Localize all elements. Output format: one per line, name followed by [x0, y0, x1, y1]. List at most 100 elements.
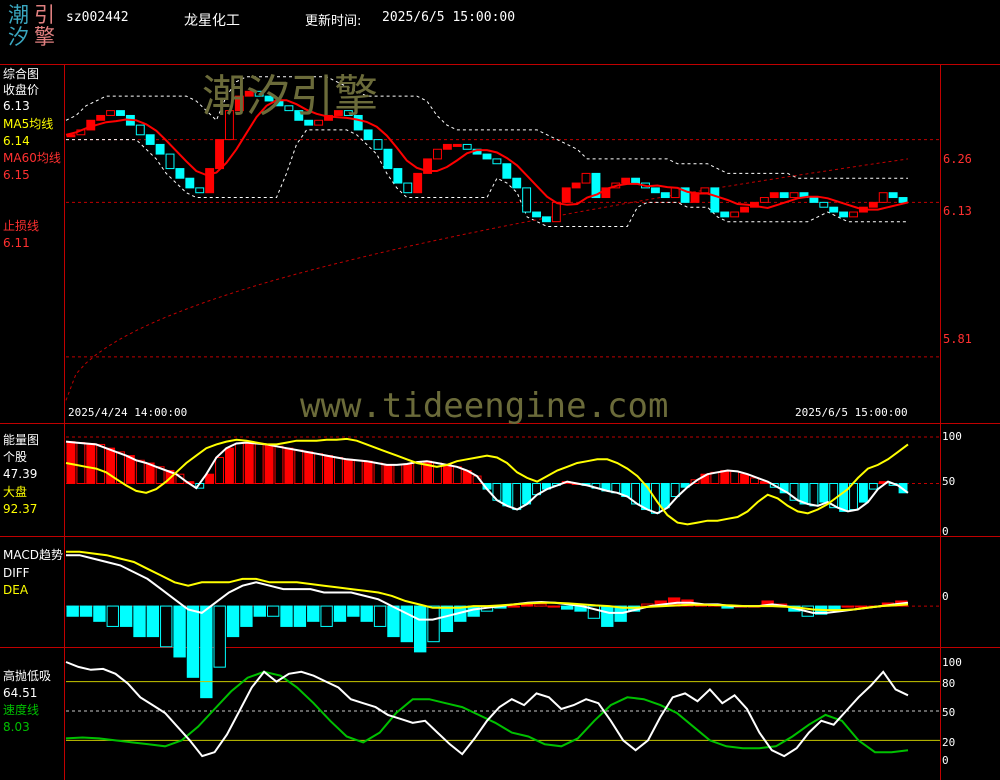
ma5-value: 6.14: [3, 134, 30, 148]
energy-bar: [809, 483, 819, 507]
macd-bar: [307, 605, 320, 622]
energy-bar: [868, 483, 878, 490]
watermark-url: www.tideengine.com: [300, 386, 669, 426]
candle: [829, 206, 839, 213]
dea-label: DEA: [3, 583, 29, 597]
dea-line: [66, 550, 909, 612]
macd-bar: [347, 605, 360, 617]
candle: [155, 143, 165, 155]
osc-tick-50: 50: [942, 706, 956, 719]
macd-title: MACD趋势: [3, 548, 63, 562]
candle: [512, 177, 522, 189]
candle: [403, 182, 413, 194]
macd-bar: [427, 605, 440, 643]
candle: [96, 114, 106, 121]
stop-label: 止损线: [3, 219, 40, 233]
energy-bar: [670, 483, 680, 498]
energy-bar: [205, 473, 215, 485]
market-energy-value: 92.37: [3, 502, 38, 516]
candle: [502, 163, 512, 179]
osc-tick-0: 0: [942, 754, 949, 767]
energy-bar: [314, 453, 324, 484]
energy-title: 能量图: [3, 433, 40, 447]
date-end: 2025/6/5 15:00:00: [795, 406, 908, 419]
macd-bar: [173, 605, 186, 658]
candle: [532, 211, 541, 218]
candle: [631, 177, 641, 184]
candle: [571, 182, 581, 189]
energy-bar: [343, 458, 353, 485]
energy-bar: [304, 451, 314, 485]
candle: [779, 192, 789, 199]
energy-bar: [740, 473, 750, 485]
energy-bar: [730, 470, 740, 485]
macd-bar: [200, 605, 213, 699]
osc-tick-100: 100: [942, 656, 962, 669]
candle: [462, 143, 472, 150]
candle: [839, 211, 849, 218]
candle: [740, 206, 750, 213]
candle: [195, 187, 205, 194]
candle: [621, 177, 631, 184]
energy-bar: [363, 460, 373, 484]
macd-bar: [119, 605, 133, 627]
candle: [106, 110, 116, 116]
candle: [165, 153, 175, 170]
candle: [670, 187, 680, 199]
candle: [116, 110, 125, 116]
candle: [809, 197, 819, 203]
energy-tick-50: 50: [942, 475, 956, 488]
candle: [433, 148, 442, 160]
stock-energy-value: 47.39: [3, 467, 38, 481]
energy-bar: [264, 443, 274, 485]
macd-bar: [841, 605, 855, 608]
energy-bar: [403, 463, 413, 485]
macd-bar: [93, 605, 106, 622]
candle: [710, 187, 720, 213]
macd-bar: [186, 605, 200, 678]
energy-bar: [512, 483, 522, 511]
macd-bar: [133, 605, 146, 638]
energy-bar: [353, 459, 363, 484]
energy-plot: [65, 436, 940, 526]
macd-bar: [106, 605, 119, 627]
candle: [581, 172, 591, 184]
candle: [819, 201, 829, 208]
candle: [720, 211, 730, 218]
composite-title: 综合图: [3, 67, 40, 81]
y-tick-581: 5.81: [943, 332, 972, 346]
energy-bar: [502, 483, 512, 507]
macd-bar: [601, 605, 614, 627]
candle: [789, 192, 799, 199]
macd-bar: [146, 605, 160, 638]
stock-energy-label: 个股: [3, 450, 28, 464]
speed-label: 速度线: [3, 703, 40, 717]
energy-bar: [839, 483, 849, 512]
candle: [442, 143, 452, 150]
candle: [393, 168, 403, 184]
market-energy-label: 大盘: [3, 485, 28, 499]
macd-bar: [320, 605, 333, 627]
candle: [650, 187, 660, 194]
candle: [759, 197, 769, 203]
energy-bar: [244, 442, 254, 484]
close-label: 收盘价: [3, 83, 40, 97]
energy-bar: [324, 455, 333, 485]
macd-bar: [266, 605, 280, 617]
upper-band-line: [65, 76, 908, 179]
macd-bar: [66, 605, 79, 617]
candle: [868, 201, 878, 208]
energy-bar: [76, 442, 86, 484]
watermark-brand: 潮汐引擎: [202, 71, 378, 122]
macd-bar: [360, 605, 373, 622]
candle: [413, 172, 423, 194]
osc-title: 高抛低吸: [3, 669, 52, 683]
candle: [898, 197, 908, 203]
y-tick-613: 6.13: [943, 204, 972, 218]
ma5-label: MA5均线: [3, 117, 54, 131]
energy-bar: [660, 483, 670, 509]
candle: [522, 187, 532, 213]
macd-plot: [66, 550, 940, 699]
candle: [145, 134, 155, 145]
energy-bar: [254, 443, 264, 485]
